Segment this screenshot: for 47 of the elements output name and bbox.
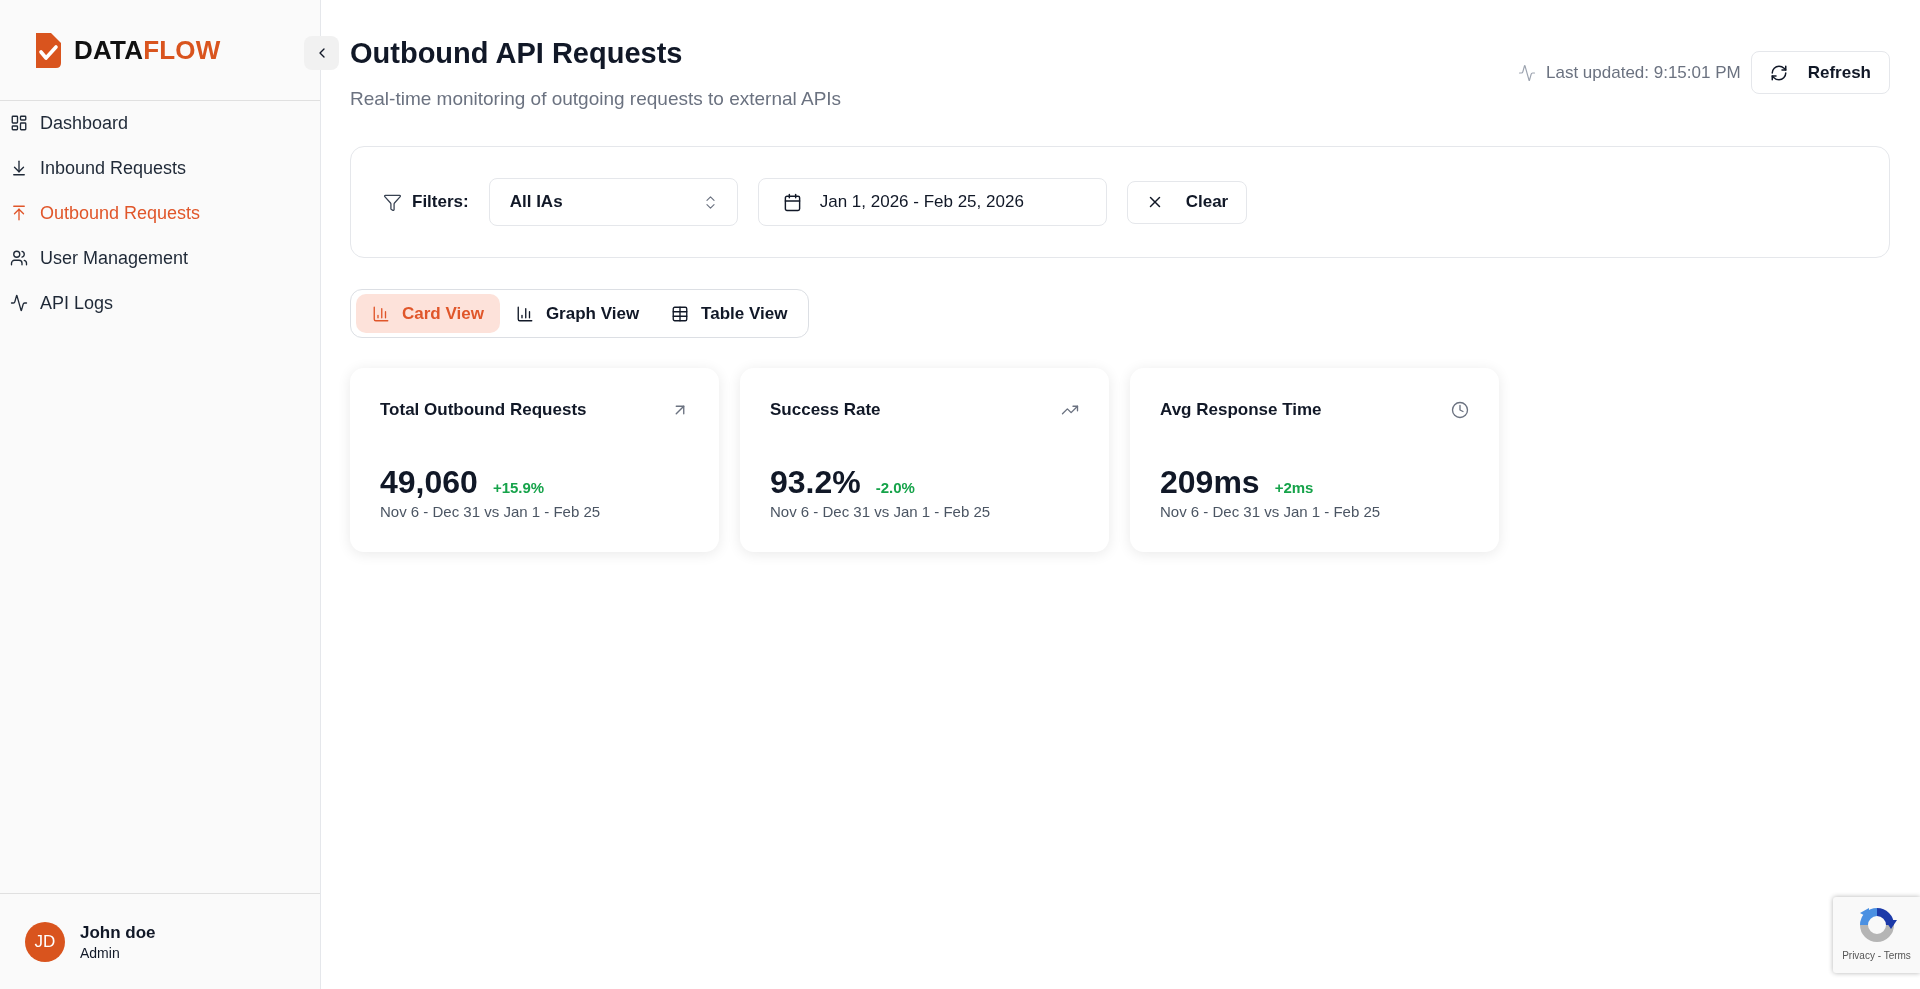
view-tab[interactable]: Graph View [499,294,656,333]
privacy-terms-link[interactable]: Privacy - Terms [1842,950,1911,961]
stat-change: +2ms [1274,479,1314,496]
stat-value: 93.2% [770,463,861,501]
filters-label: Filters: [412,192,469,212]
page-subtitle: Real-time monitoring of outgoing requests to external APIs [350,87,842,111]
comparison-period: Nov 6 - Dec 31 vs Jan 1 - Feb 25 [380,502,602,522]
bar-chart-icon [515,304,534,323]
nav-item[interactable]: API Logs [0,281,320,325]
stat-change: +15.9% [492,479,545,496]
comparison-period: Nov 6 - Dec 31 vs Jan 1 - Feb 25 [770,502,992,522]
date-range-picker[interactable]: Jan 1, 2026 - Feb 25, 2026 [757,178,1107,226]
user-name: John doe [80,922,156,943]
pulse-icon [10,294,28,312]
stat-change: -2.0% [875,479,915,496]
ia-select[interactable]: All IAs [488,178,738,226]
user-avatar: JD [25,921,65,962]
page-title: Outbound API Requests [350,36,684,71]
users-icon [10,249,28,267]
calendar-icon [782,192,802,212]
refresh-icon [1769,63,1788,82]
arrow-up-to-line-icon [10,204,28,222]
arrow-down-to-line-icon [10,159,28,177]
clock-icon [1451,401,1469,419]
collapse-sidebar-button[interactable] [304,36,339,70]
nav-item[interactable]: Inbound Requests [0,146,320,190]
table-icon [671,304,690,323]
last-updated-text: Last updated: 9:15:01 PM [1546,62,1741,83]
logo-icon [36,32,61,68]
user-role: Admin [80,944,121,961]
logo-text: DATAFLOW [74,34,221,66]
pulse-icon [1518,63,1536,82]
nav-item[interactable]: Dashboard [0,101,320,145]
filter-icon [383,192,402,212]
nav-item[interactable]: User Management [0,236,320,280]
card-title: Total Outbound Requests [380,400,587,420]
card-title: Avg Response Time [1160,400,1322,420]
card-title: Success Rate [770,400,881,420]
nav-item[interactable]: Outbound Requests [0,191,320,235]
view-tab[interactable]: Table View [655,294,804,333]
comparison-period: Nov 6 - Dec 31 vs Jan 1 - Feb 25 [1160,502,1382,522]
layout-grid-icon [10,114,28,132]
clear-button[interactable]: Clear [1126,180,1248,224]
stat-value: 209ms [1160,463,1260,501]
bar-chart-icon [372,304,390,323]
stat-value: 49,060 [380,463,478,501]
refresh-button[interactable]: Refresh [1750,51,1890,94]
